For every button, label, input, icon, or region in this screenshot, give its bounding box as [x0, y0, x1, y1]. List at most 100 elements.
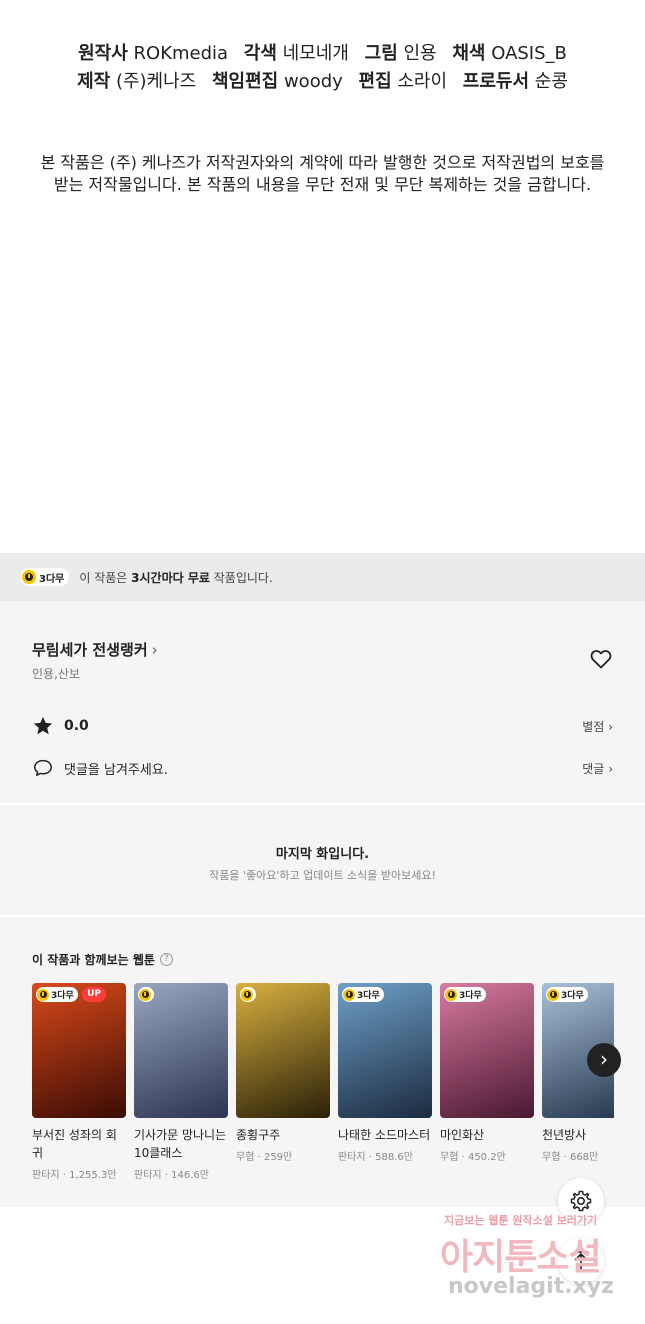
credit-label: 각색 — [243, 43, 277, 64]
recommendation-card[interactable]: 3다무 UP 부서진 성좌의 회귀판타지 · 1,255.3만 — [32, 983, 126, 1181]
recommendation-title-text: 이 작품과 함께보는 웹툰 — [32, 953, 155, 967]
webtoon-views: 588.6만 — [375, 1152, 413, 1163]
credit-value: woody — [283, 71, 343, 92]
clock-icon — [343, 988, 355, 1001]
free-badge-label: 3다무 — [357, 991, 380, 1001]
webtoon-views: 146.6만 — [171, 1170, 209, 1181]
separator-dot: · — [458, 1152, 468, 1163]
separator-dot: · — [59, 1170, 70, 1181]
recommendation-card[interactable]: 종횡구주 무협 · 259만 — [236, 983, 330, 1163]
comment-icon — [34, 759, 52, 777]
separator-dot: · — [560, 1152, 570, 1163]
watermark-line3: novelagit.xyz — [448, 1274, 614, 1299]
credit-label: 원작사 — [78, 43, 128, 64]
webtoon-genre: 판타지 — [338, 1152, 366, 1163]
credit-value: OASIS_B — [491, 43, 567, 64]
webtoon-title: 나태한 소드마스터 — [338, 1128, 431, 1142]
rating-link[interactable]: 별점 › — [582, 718, 613, 735]
free-text-post: 작품입니다. — [209, 570, 273, 585]
gear-icon — [570, 1190, 592, 1212]
webtoon-meta: 무협 · 259만 — [236, 1148, 330, 1163]
series-info: 무림세가 전생랭커 › 인용,산보 0.0 별점 › 댓글을 남겨주세요. 댓글 … — [0, 601, 645, 803]
last-episode-title: 마지막 화입니다. — [275, 847, 370, 862]
clock-icon — [547, 988, 559, 1001]
webtoon-meta: 무협 · 668만 — [542, 1148, 614, 1163]
comment-row[interactable]: 댓글을 남겨주세요. 댓글 › — [32, 757, 613, 779]
free-text-pre: 이 작품은 — [79, 570, 132, 585]
rating-link-label: 별점 — [582, 719, 605, 734]
webtoon-meta: 판타지 · 588.6만 — [338, 1148, 432, 1163]
series-title-link[interactable]: 무림세가 전생랭커 › — [32, 639, 158, 660]
watermark: 지금보는 웹툰 원작소설 보러가기 아지툰소설 novelagit.xyz — [440, 1212, 630, 1312]
recommendation-section: 이 작품과 함께보는 웹툰 ? 3다무 UP 부서진 성좌의 회귀 판타지 · 1,2… — [0, 917, 645, 1207]
credits-line-2: 제작 (주)케나즈 책임편집 woody 편집 소라이 프로듀서 순콩 — [0, 68, 645, 96]
free-text: 이 작품은 3시간마다 무료 작품입니다. — [79, 569, 272, 586]
webtoon-views: 1,255.3만 — [69, 1170, 117, 1181]
webtoon-genre: 판타지 — [32, 1170, 60, 1181]
help-icon[interactable]: ? — [159, 953, 173, 966]
webtoon-views: 259만 — [263, 1152, 293, 1163]
webtoon-genre: 판타지 — [134, 1170, 162, 1181]
clock-icon — [241, 988, 253, 1001]
recommendation-card[interactable]: 3다무나태한 소드마스터판타지 · 588.6만 — [338, 983, 432, 1163]
separator-dot: · — [161, 1170, 172, 1181]
rating-row: 0.0 별점 › — [32, 715, 613, 737]
credit-label: 채색 — [452, 43, 486, 64]
free-badge: 3다무 — [444, 987, 486, 1002]
watermark-line2: 아지툰소설 — [440, 1237, 602, 1278]
webtoon-genre: 무협 — [236, 1152, 255, 1163]
credit-value: 순콩 — [534, 71, 568, 92]
last-episode-subtitle: 작품을 '좋아요'하고 업데이트 소식을 받아보세요! — [209, 869, 436, 882]
webtoon-views: 450.2만 — [467, 1152, 506, 1163]
free-badge-label: 3다무 — [459, 991, 482, 1001]
clock-icon — [22, 570, 36, 584]
chevron-right-icon: › — [608, 761, 613, 776]
update-badge: UP — [82, 987, 106, 1002]
series-authors: 인용,산보 — [32, 667, 80, 681]
webtoon-title: 부서진 성좌의 회귀 — [32, 1128, 117, 1160]
clock-icon — [445, 988, 457, 1001]
star-icon — [33, 716, 53, 735]
chevron-right-icon: › — [600, 1047, 608, 1071]
rating-value: 0.0 — [64, 718, 89, 734]
series-title: 무림세가 전생랭커 — [32, 641, 148, 659]
notice-line: 받는 저작물입니다. 본 작품의 내용을 무단 전재 및 무단 복제하는 것을 … — [53, 175, 592, 194]
webtoon-thumbnail: 3다무 — [338, 983, 432, 1118]
webtoon-thumbnail: 3다무 — [440, 983, 534, 1118]
webtoon-genre: 무협 — [542, 1152, 561, 1163]
free-badge — [138, 987, 154, 1002]
carousel-next-button[interactable]: › — [587, 1043, 621, 1077]
last-episode-box: 마지막 화입니다. 작품을 '좋아요'하고 업데이트 소식을 받아보세요! — [0, 805, 645, 915]
webtoon-views: 668만 — [569, 1152, 599, 1163]
heart-icon[interactable] — [589, 647, 613, 671]
separator-dot: · — [365, 1152, 376, 1163]
webtoon-title: 기사가문 망나니는 10클래스 — [134, 1128, 227, 1160]
credit-label: 책임편집 — [211, 71, 279, 92]
webtoon-thumbnail: 3다무 UP — [32, 983, 126, 1118]
webtoon-meta: 판타지 · 146.6만 — [134, 1166, 228, 1181]
notice-line: 본 작품은 (주) 케나즈가 저작권자와의 계약에 따라 발행한 것으로 저작권… — [40, 153, 605, 172]
recommendation-list: 3다무 UP 부서진 성좌의 회귀 판타지 · 1,255.3만 기사가문 망나니는 1… — [32, 983, 614, 1203]
credit-value: 인용 — [403, 43, 437, 64]
free-badge-label: 3다무 — [39, 573, 65, 585]
free-text-bold: 3시간마다 무료 — [131, 570, 210, 585]
credit-label: 그림 — [364, 43, 398, 64]
recommendation-card[interactable]: 3다무 마인화산 무협 · 450.2만 — [440, 983, 534, 1163]
webtoon-meta: 판타지 · 1,255.3만 — [32, 1166, 126, 1181]
free-badge — [240, 987, 256, 1002]
credits-line-1: 원작사 ROKmedia 각색 네모네개 그림 인용 채색 OASIS_B — [0, 40, 645, 68]
credit-value: (주)케나즈 — [115, 71, 197, 92]
credit-label: 편집 — [358, 71, 392, 92]
free-badge: 3다무 — [20, 568, 70, 586]
clock-icon — [37, 988, 49, 1001]
chevron-right-icon: › — [608, 719, 613, 734]
comment-link[interactable]: 댓글 › — [582, 760, 613, 777]
free-badge: 3다무 — [342, 987, 384, 1002]
webtoon-thumbnail — [134, 983, 228, 1118]
credit-label: 프로듀서 — [462, 71, 530, 92]
credit-value: ROKmedia — [133, 43, 229, 64]
watermark-line1: 지금보는 웹툰 원작소설 보러가기 — [444, 1214, 598, 1227]
recommendation-card[interactable]: 기사가문 망나니는 10클래스판타지 · 146.6만 — [134, 983, 228, 1181]
webtoon-thumbnail — [236, 983, 330, 1118]
webtoon-meta: 무협 · 450.2만 — [440, 1148, 534, 1163]
